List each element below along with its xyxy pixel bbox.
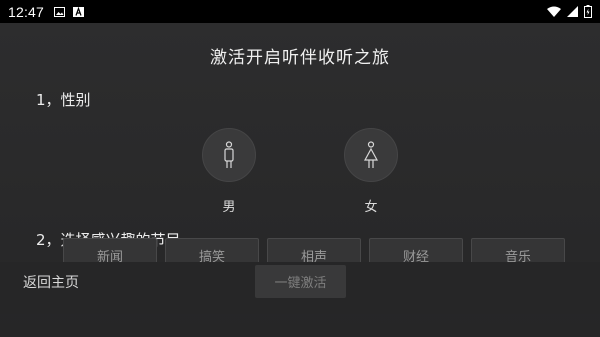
gender-label-male: 男 [222,200,236,215]
gender-label-female: 女 [364,200,378,215]
back-home-link[interactable]: 返回主页 [23,272,79,292]
male-icon [202,128,256,182]
status-bar: 12:47 [0,0,600,23]
image-icon [54,6,66,17]
a-badge-icon [73,6,85,17]
female-icon [344,128,398,182]
gender-option-male[interactable]: 男 [189,128,269,215]
gender-option-female[interactable]: 女 [331,128,411,215]
status-time: 12:47 [8,3,45,20]
page-title: 激活开启听伴收听之旅 [210,48,390,68]
wifi-icon [547,6,561,17]
battery-icon [584,5,592,18]
signal-icon [567,6,578,17]
gender-section-label: 1，性别 [36,91,91,109]
activate-button[interactable]: 一键激活 [255,265,346,298]
